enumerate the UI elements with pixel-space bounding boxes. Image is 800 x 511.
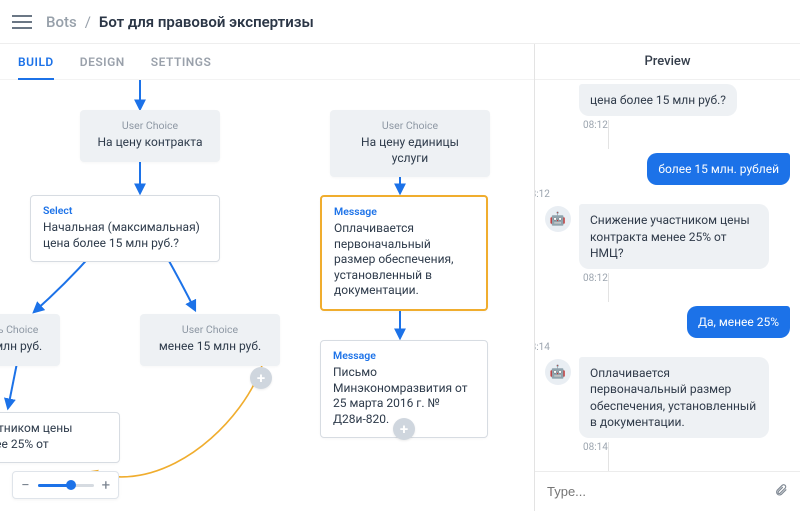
add-node-button[interactable]: [250, 367, 272, 389]
chat-timestamp: 08:14: [545, 442, 609, 471]
node-text: 15 млн руб.: [0, 339, 47, 355]
node-text: Оплачивается первоначальный размер обесп…: [334, 221, 474, 299]
attachment-icon[interactable]: [774, 482, 788, 502]
node-type-label: Message: [333, 349, 475, 362]
node-user-choice-contract[interactable]: User Choice На цену контракта: [80, 110, 220, 162]
hamburger-icon[interactable]: [12, 15, 32, 29]
user-bubble: Да, менее 25%: [687, 306, 790, 338]
builder-tabs: BUILD DESIGN SETTINGS: [0, 44, 534, 80]
bot-bubble: Снижение участником цены контракта менее…: [579, 204, 769, 269]
bot-bubble: Оплачивается первоначальный размер обесп…: [579, 357, 769, 438]
chat-timestamp: 08:12: [545, 120, 609, 149]
chat-row-bot: 🤖 Оплачивается первоначальный размер обес…: [545, 357, 790, 438]
tab-build[interactable]: BUILD: [18, 44, 54, 79]
zoom-out-button[interactable]: −: [21, 476, 30, 494]
node-text: На цену контракта: [93, 135, 207, 151]
zoom-in-button[interactable]: +: [102, 476, 111, 494]
bot-bubble: цена более 15 млн руб.?: [579, 84, 737, 116]
node-text: участником цены менее 25% от: [0, 421, 107, 452]
breadcrumb-sep: /: [85, 13, 91, 31]
preview-title: Preview: [535, 44, 800, 80]
app-header: Bots / Бот для правовой экспертизы: [0, 0, 800, 44]
node-select-lt25[interactable]: участником цены менее 25% от: [0, 412, 120, 463]
chat-timestamp: 08:12: [535, 189, 790, 200]
node-type-label: User Choice: [153, 323, 267, 336]
node-message-paid[interactable]: Message Оплачивается первоначальный разм…: [320, 195, 488, 311]
node-text: менее 15 млн руб.: [153, 339, 267, 355]
node-type-label: User Choice: [93, 119, 207, 132]
chat-row-bot: 🤖 Снижение участником цены контракта мене…: [545, 204, 790, 269]
node-text: На цену единицы услуги: [343, 135, 477, 166]
node-user-choice-unit[interactable]: User Choice На цену единицы услуги: [330, 110, 490, 177]
bot-avatar: 🤖: [545, 206, 571, 232]
node-type-label: Select: [43, 204, 207, 217]
chat-timestamp: 08:12: [545, 273, 609, 302]
node-select-initial-price[interactable]: Select Начальная (максимальная) цена бол…: [30, 195, 220, 262]
chat-scroll[interactable]: 🤖цена более 15 млн руб.?08:12более 15 мл…: [535, 80, 800, 471]
builder-pane: BUILD DESIGN SETTINGS: [0, 44, 535, 511]
chat-composer: [535, 471, 800, 511]
breadcrumb-current: Бот для правовой экспертизы: [99, 13, 314, 31]
chat-row-bot: 🤖цена более 15 млн руб.?: [545, 84, 790, 116]
node-type-label: Message: [334, 205, 474, 218]
chat-input[interactable]: [547, 484, 764, 499]
node-user-choice-lt15[interactable]: User Choice менее 15 млн руб.: [140, 314, 280, 366]
node-type-label: есть Choice: [0, 323, 47, 336]
zoom-control: − +: [12, 471, 119, 499]
flow-canvas[interactable]: User Choice На цену контракта User Choic…: [0, 80, 534, 511]
bot-avatar: 🤖: [545, 359, 571, 385]
add-node-button[interactable]: [393, 418, 415, 440]
user-bubble: более 15 млн. рублей: [647, 153, 790, 185]
chat-row-user: Да, менее 25%: [545, 306, 790, 338]
tab-design[interactable]: DESIGN: [80, 44, 125, 79]
tab-settings[interactable]: SETTINGS: [151, 44, 212, 79]
node-type-label: User Choice: [343, 119, 477, 132]
chat-timestamp: 08:14: [535, 342, 790, 353]
breadcrumb-root[interactable]: Bots: [46, 13, 77, 31]
node-text: Начальная (максимальная) цена более 15 м…: [43, 220, 207, 251]
node-user-choice-gt15[interactable]: есть Choice 15 млн руб.: [0, 314, 60, 366]
chat-row-user: более 15 млн. рублей: [545, 153, 790, 185]
preview-pane: Preview 🤖цена более 15 млн руб.?08:12бол…: [535, 44, 800, 511]
zoom-slider[interactable]: [38, 484, 94, 487]
